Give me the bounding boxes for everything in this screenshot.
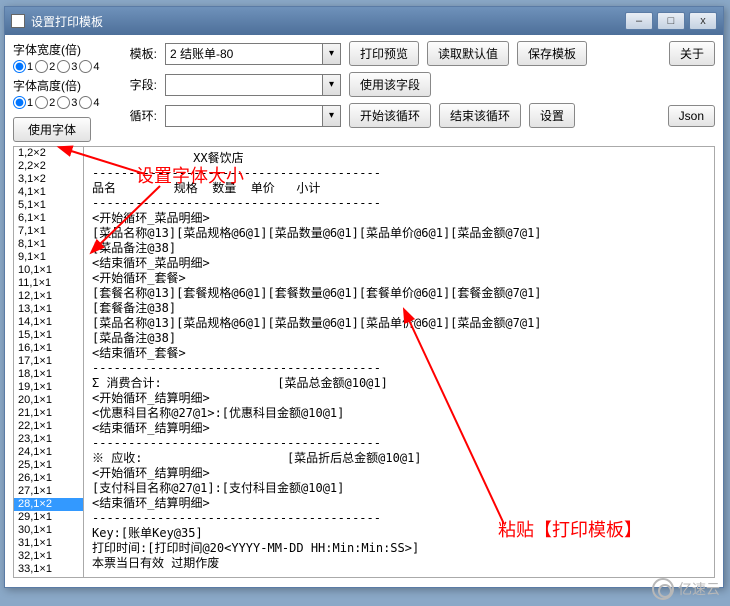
height-radio-4[interactable]: 4	[79, 96, 99, 109]
template-label: 模板:	[123, 45, 157, 62]
list-item[interactable]: 3,1×2	[14, 173, 83, 186]
field-label: 字段:	[123, 76, 157, 93]
height-radio-1[interactable]: 1	[13, 96, 33, 109]
app-window: 设置打印模板 – □ x 字体宽度(倍) 1 2 3 4 字体高度(倍)	[4, 6, 724, 588]
list-item[interactable]: 6,1×1	[14, 212, 83, 225]
list-item[interactable]: 4,1×1	[14, 186, 83, 199]
use-field-button[interactable]: 使用该字段	[349, 72, 431, 97]
loop-label: 循环:	[123, 107, 157, 124]
list-item[interactable]: 5,1×1	[14, 199, 83, 212]
list-item[interactable]: 33,1×1	[14, 563, 83, 576]
list-item[interactable]: 18,1×1	[14, 368, 83, 381]
print-preview-button[interactable]: 打印预览	[349, 41, 419, 66]
list-item[interactable]: 12,1×1	[14, 290, 83, 303]
chevron-down-icon[interactable]: ▾	[323, 105, 341, 127]
loop-combo[interactable]	[165, 105, 323, 127]
list-item[interactable]: 7,1×1	[14, 225, 83, 238]
list-item[interactable]: 30,1×1	[14, 524, 83, 537]
settings-button[interactable]: 设置	[529, 103, 575, 128]
app-icon	[11, 14, 25, 28]
start-loop-button[interactable]: 开始该循环	[349, 103, 431, 128]
list-item[interactable]: 31,1×1	[14, 537, 83, 550]
list-item[interactable]: 19,1×1	[14, 381, 83, 394]
list-item[interactable]: 9,1×1	[14, 251, 83, 264]
field-combo[interactable]	[165, 74, 323, 96]
chevron-down-icon[interactable]: ▾	[323, 43, 341, 65]
width-radio-4[interactable]: 4	[79, 60, 99, 73]
json-button[interactable]: Json	[668, 105, 715, 127]
list-item[interactable]: 22,1×1	[14, 420, 83, 433]
list-item[interactable]: 16,1×1	[14, 342, 83, 355]
line-list-sidebar[interactable]: 1,2×22,2×23,1×24,1×15,1×16,1×17,1×18,1×1…	[14, 147, 84, 577]
list-item[interactable]: 1,2×2	[14, 147, 83, 160]
list-item[interactable]: 26,1×1	[14, 472, 83, 485]
window-title: 设置打印模板	[31, 13, 103, 30]
list-item[interactable]: 11,1×1	[14, 277, 83, 290]
font-height-radios: 1 2 3 4	[13, 96, 113, 109]
titlebar[interactable]: 设置打印模板 – □ x	[5, 7, 723, 35]
use-font-button[interactable]: 使用字体	[13, 117, 91, 142]
read-default-button[interactable]: 读取默认值	[427, 41, 509, 66]
list-item[interactable]: 23,1×1	[14, 433, 83, 446]
list-item[interactable]: 14,1×1	[14, 316, 83, 329]
close-button[interactable]: x	[689, 12, 717, 30]
form-area: 模板: ▾ 打印预览 读取默认值 保存模板 关于 字段: ▾ 使用该字段 循环:…	[123, 41, 715, 134]
font-width-radios: 1 2 3 4	[13, 60, 113, 73]
list-item[interactable]: 10,1×1	[14, 264, 83, 277]
list-item[interactable]: 21,1×1	[14, 407, 83, 420]
list-item[interactable]: 32,1×1	[14, 550, 83, 563]
about-button[interactable]: 关于	[669, 41, 715, 66]
maximize-button[interactable]: □	[657, 12, 685, 30]
save-template-button[interactable]: 保存模板	[517, 41, 587, 66]
template-preview[interactable]: XX餐饮店 ----------------------------------…	[84, 147, 714, 577]
list-item[interactable]: 24,1×1	[14, 446, 83, 459]
list-item[interactable]: 25,1×1	[14, 459, 83, 472]
chevron-down-icon[interactable]: ▾	[323, 74, 341, 96]
list-item[interactable]: 27,1×1	[14, 485, 83, 498]
main-area: 1,2×22,2×23,1×24,1×15,1×16,1×17,1×18,1×1…	[13, 146, 715, 578]
list-item[interactable]: 34,1×1	[14, 576, 83, 577]
end-loop-button[interactable]: 结束该循环	[439, 103, 521, 128]
font-width-label: 字体宽度(倍)	[13, 41, 113, 58]
height-radio-3[interactable]: 3	[57, 96, 77, 109]
list-item[interactable]: 15,1×1	[14, 329, 83, 342]
minimize-button[interactable]: –	[625, 12, 653, 30]
list-item[interactable]: 8,1×1	[14, 238, 83, 251]
width-radio-1[interactable]: 1	[13, 60, 33, 73]
font-options: 字体宽度(倍) 1 2 3 4 字体高度(倍) 1 2 3 4	[13, 41, 113, 142]
list-item[interactable]: 20,1×1	[14, 394, 83, 407]
font-height-label: 字体高度(倍)	[13, 77, 113, 94]
list-item[interactable]: 29,1×1	[14, 511, 83, 524]
width-radio-3[interactable]: 3	[57, 60, 77, 73]
list-item[interactable]: 17,1×1	[14, 355, 83, 368]
watermark-icon	[652, 578, 674, 600]
width-radio-2[interactable]: 2	[35, 60, 55, 73]
template-combo[interactable]	[165, 43, 323, 65]
list-item[interactable]: 13,1×1	[14, 303, 83, 316]
height-radio-2[interactable]: 2	[35, 96, 55, 109]
watermark: 亿速云	[652, 578, 720, 600]
list-item[interactable]: 2,2×2	[14, 160, 83, 173]
list-item[interactable]: 28,1×2	[14, 498, 83, 511]
